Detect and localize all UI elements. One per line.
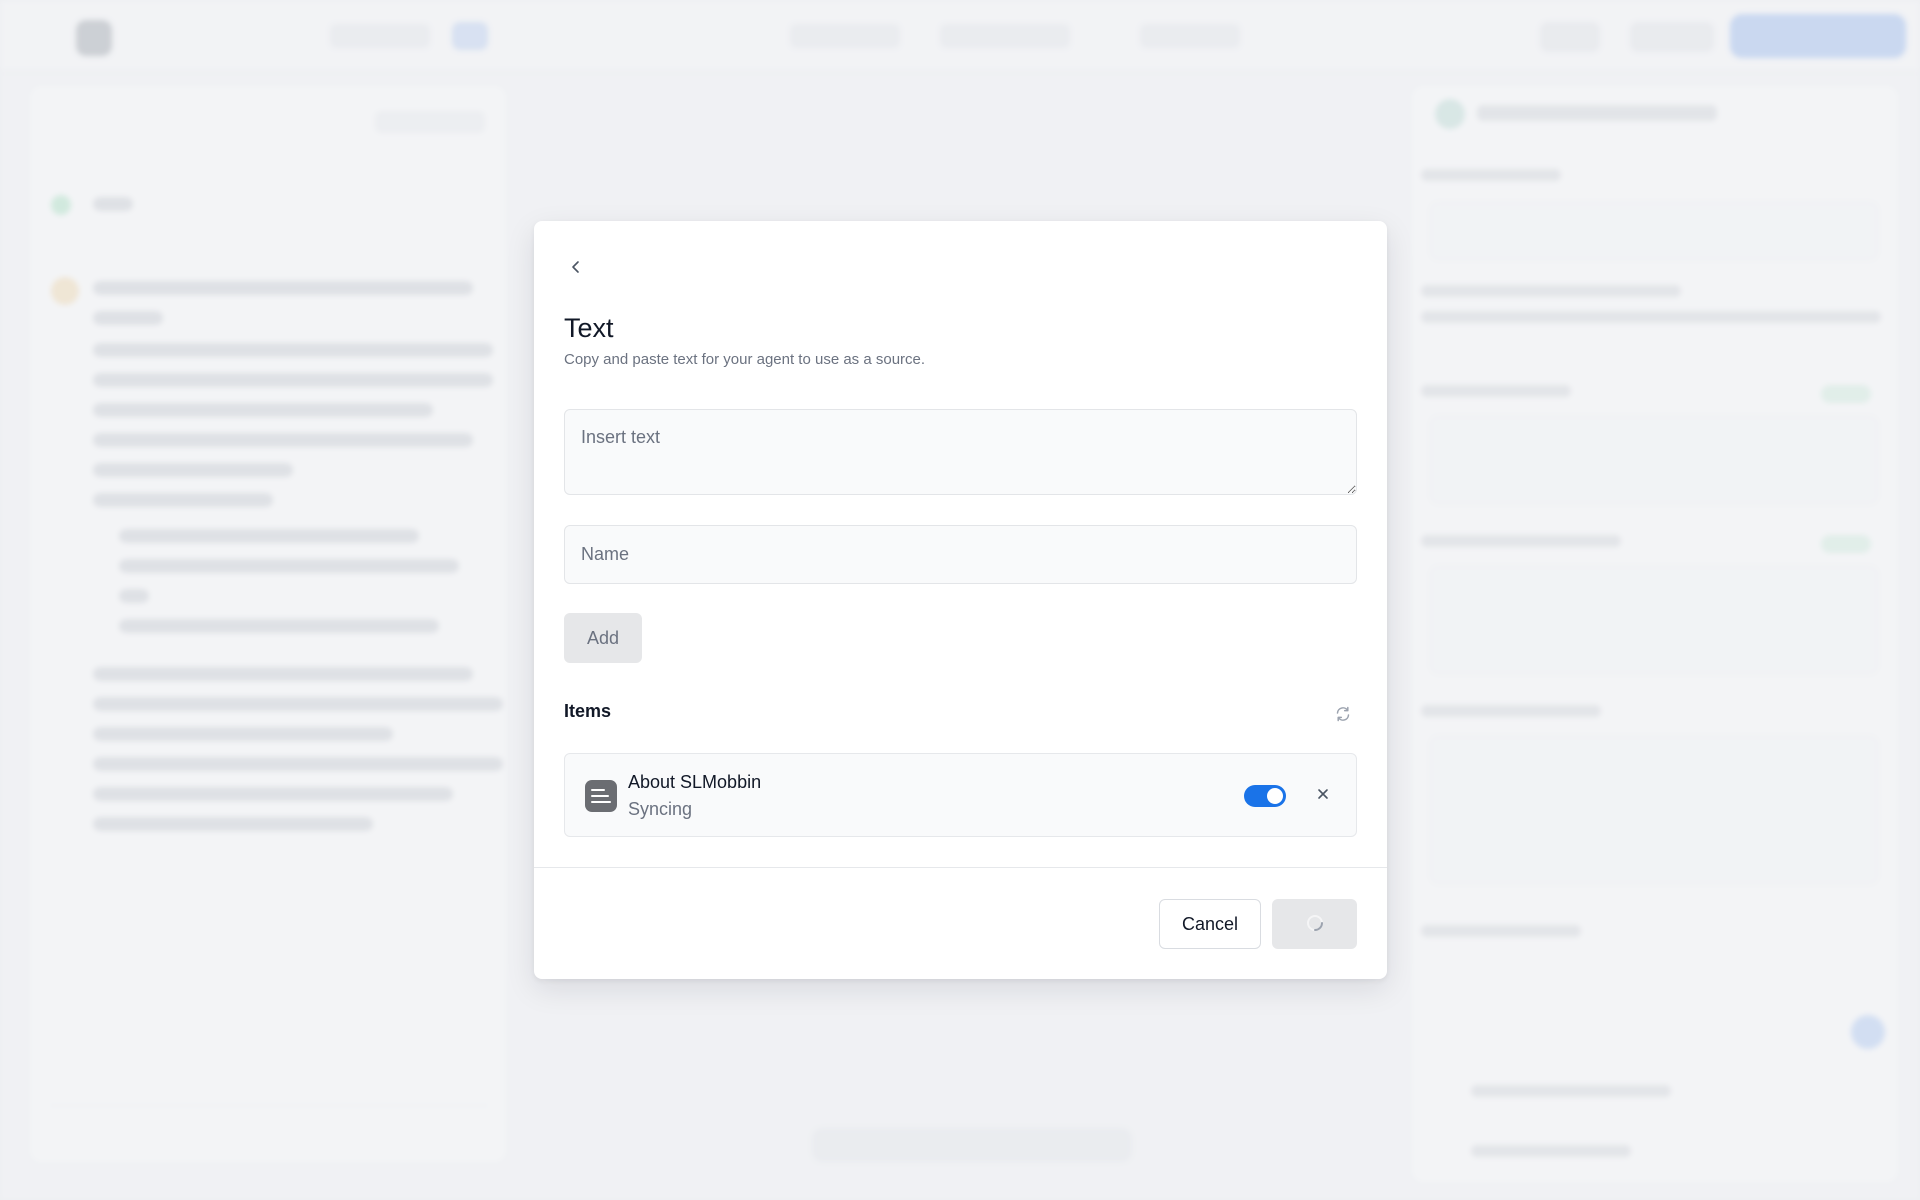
refresh-button[interactable] [1330,703,1356,729]
modal-subtitle: Copy and paste text for your agent to us… [564,351,926,368]
list-item: About SLMobbin Syncing [564,753,1357,837]
close-icon [1316,787,1330,806]
name-field[interactable] [564,525,1357,584]
item-enabled-toggle[interactable] [1244,785,1286,807]
refresh-icon [1334,705,1352,728]
spinner-icon [1305,913,1325,936]
cancel-button[interactable]: Cancel [1159,899,1261,949]
toggle-knob [1267,788,1283,804]
footer-divider [534,867,1387,868]
text-document-icon [585,780,617,812]
item-name: About SLMobbin [628,772,762,792]
item-status: Syncing [628,799,693,819]
insert-text-field[interactable] [564,409,1357,495]
chevron-left-icon [568,259,584,280]
remove-item-button[interactable] [1310,783,1336,809]
back-button[interactable] [564,251,664,287]
text-source-modal: Text Copy and paste text for your agent … [534,221,1387,979]
modal-title: Text [564,313,614,343]
add-button[interactable]: Add [564,613,642,663]
submit-button[interactable] [1272,899,1357,949]
items-heading: Items [564,701,612,721]
